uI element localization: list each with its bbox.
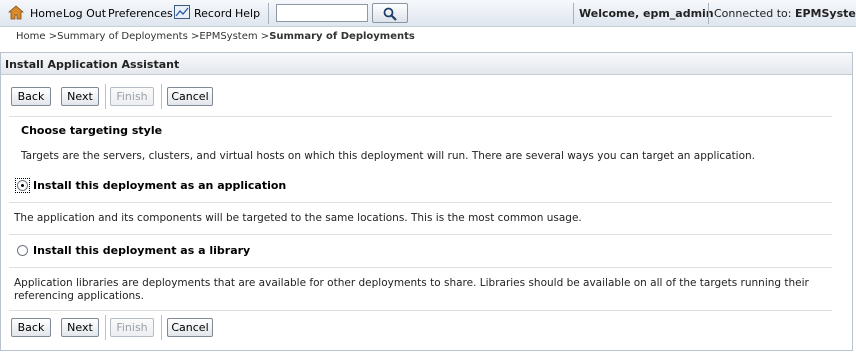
application-description: The application and its components will … [14,212,582,224]
search-icon [383,7,397,21]
library-radio[interactable] [17,245,28,256]
button-divider [161,315,162,340]
breadcrumb-home[interactable]: Home > [16,31,57,42]
cancel-button[interactable]: Cancel [167,318,213,337]
next-button[interactable]: Next [61,87,99,106]
record-link[interactable]: Record [194,7,232,20]
connected-label: Connected to: [714,7,792,20]
section-title: Choose targeting style [21,124,163,137]
divider [9,267,832,268]
divider [9,310,832,311]
breadcrumb-summary[interactable]: Summary of Deployments > [57,31,199,42]
radio-focus-ring [15,178,30,193]
top-toolbar: Home Log Out Preferences Record Help Wel… [0,0,856,27]
panel-title: Install Application Assistant [5,58,180,71]
intro-text: Targets are the servers, clusters, and v… [21,150,756,162]
help-link[interactable]: Help [235,7,260,20]
welcome-text: Welcome, epm_admin [579,7,714,20]
application-radio-label[interactable]: Install this deployment as an applicatio… [33,179,286,192]
button-divider [105,315,106,340]
preferences-link[interactable]: Preferences [108,7,173,20]
install-assistant-panel: Install Application Assistant Back Next … [0,52,853,351]
record-icon[interactable] [174,5,190,19]
logout-link[interactable]: Log Out [63,7,106,20]
library-radio-label[interactable]: Install this deployment as a library [33,244,250,257]
back-button[interactable]: Back [11,318,51,337]
button-divider [161,84,162,109]
breadcrumb-current: Summary of Deployments [269,31,415,42]
back-button[interactable]: Back [11,87,51,106]
divider [9,202,832,203]
breadcrumb: Home >Summary of Deployments >EPMSystem … [16,31,415,42]
finish-button: Finish [110,318,154,337]
connected-status: Connected to: EPMSystem [714,7,856,20]
toolbar-divider [573,3,574,24]
toolbar-divider [708,3,709,24]
toolbar-divider [268,3,269,24]
search-button[interactable] [372,3,408,23]
search-input[interactable] [276,4,368,22]
divider [9,116,832,117]
next-button[interactable]: Next [61,318,99,337]
button-divider [105,84,106,109]
connected-domain: EPMSystem [794,7,856,20]
breadcrumb-epmsystem[interactable]: EPMSystem > [199,31,269,42]
library-description: Application libraries are deployments th… [14,277,809,302]
cancel-button[interactable]: Cancel [167,87,213,106]
panel-header: Install Application Assistant [1,53,852,75]
finish-button: Finish [110,87,154,106]
home-link[interactable]: Home [30,7,62,20]
divider [9,234,832,235]
home-icon[interactable] [8,5,24,20]
option-application[interactable]: Install this deployment as an applicatio… [15,178,317,194]
option-library[interactable]: Install this deployment as a library [17,244,317,259]
